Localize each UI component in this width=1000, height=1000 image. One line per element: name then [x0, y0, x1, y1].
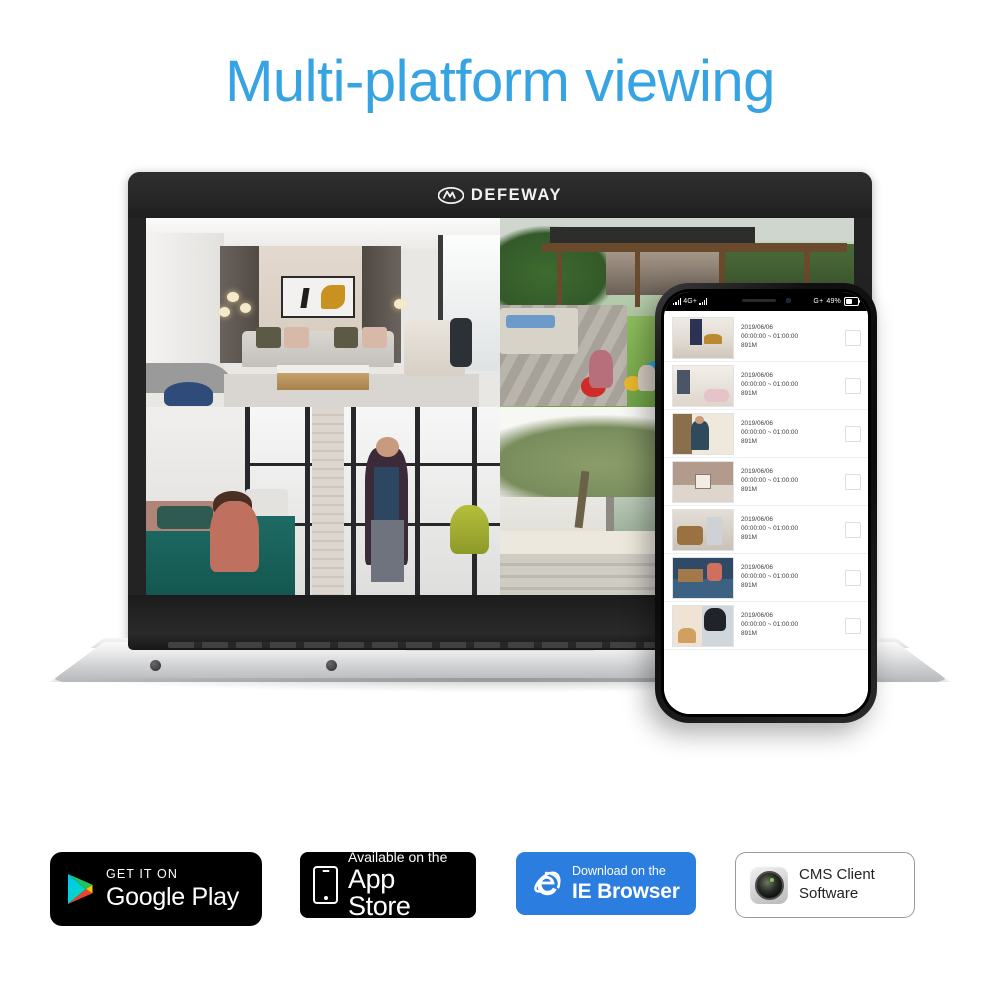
recording-thumbnail[interactable]: [672, 508, 734, 551]
recording-time-range: 00:00:00 ~ 01:00:00: [741, 333, 799, 341]
recording-size: 891M: [741, 389, 757, 397]
recording-thumbnail[interactable]: [672, 364, 734, 407]
app-store-badge[interactable]: Available on the App Store: [300, 850, 476, 920]
recording-row[interactable]: 2019/06/06 00:00:00 ~ 01:00:00 891M: [664, 506, 868, 554]
recording-row[interactable]: 2019/06/06 00:00:00 ~ 01:00:00 891M: [664, 362, 868, 410]
signal-bars-icon: [699, 298, 708, 305]
recording-size: 891M: [741, 533, 757, 541]
recording-time-range: 00:00:00 ~ 01:00:00: [741, 573, 799, 581]
battery-percent-label: 49%: [826, 298, 841, 305]
speaker-grille-icon: [741, 298, 776, 303]
front-camera-icon: [785, 298, 791, 303]
recording-checkbox[interactable]: [845, 521, 861, 538]
phone-screen[interactable]: 4G+ 4G+ 49% 2019/06/06 00:00:00 ~ 01:00:0…: [664, 292, 868, 714]
google-play-triangle-icon: [66, 873, 94, 905]
recording-checkbox[interactable]: [845, 377, 861, 394]
recording-size: 891M: [741, 629, 757, 637]
laptop-foot: [326, 660, 337, 671]
recording-thumbnail[interactable]: [672, 556, 734, 599]
app-store-text: Available on the App Store: [348, 850, 463, 920]
recording-date: 2019/06/06: [741, 372, 773, 380]
app-store-small-label: Available on the: [348, 849, 448, 865]
camera-channel-1[interactable]: [146, 218, 500, 407]
page-title: Multi-platform viewing: [225, 49, 775, 114]
recording-time-range: 00:00:00 ~ 01:00:00: [741, 429, 799, 437]
recording-date: 2019/06/06: [741, 468, 773, 476]
recording-date: 2019/06/06: [741, 612, 773, 620]
recording-meta: 2019/06/06 00:00:00 ~ 01:00:00 891M: [741, 517, 838, 541]
phone-notch: [718, 292, 814, 309]
recording-row[interactable]: 2019/06/06 00:00:00 ~ 01:00:00 891M: [664, 602, 868, 650]
google-play-small-label: GET IT ON: [106, 867, 178, 882]
recording-time-range: 00:00:00 ~ 01:00:00: [741, 525, 799, 533]
laptop-brand-name: DEFEWAY: [470, 185, 563, 204]
defeway-logo-icon: [437, 186, 464, 204]
recording-size: 891M: [741, 581, 757, 589]
recording-checkbox[interactable]: [845, 329, 861, 346]
network-label: 4G+: [683, 298, 698, 305]
recording-meta: 2019/06/06 00:00:00 ~ 01:00:00 891M: [741, 421, 838, 445]
ie-browser-small-label: Download on the: [572, 864, 666, 879]
recording-checkbox[interactable]: [845, 569, 861, 586]
phone-bezel: 4G+ 4G+ 49% 2019/06/06 00:00:00 ~ 01:00:0…: [661, 289, 871, 717]
camera-lens-icon: [750, 866, 788, 904]
recording-checkbox[interactable]: [845, 473, 861, 490]
download-badges: GET IT ON Google Play Available on the A…: [0, 850, 1000, 932]
recording-date: 2019/06/06: [741, 564, 773, 572]
recording-checkbox[interactable]: [845, 425, 861, 442]
recording-time-range: 00:00:00 ~ 01:00:00: [741, 621, 799, 629]
phone-status-bar: 4G+ 4G+ 49%: [664, 292, 868, 311]
status-bar-right: 4G+ 49%: [809, 297, 861, 306]
cms-client-label: CMS Client Software: [799, 866, 875, 902]
recording-row[interactable]: 2019/06/06 00:00:00 ~ 01:00:00 891M: [664, 458, 868, 506]
internet-explorer-icon: [529, 867, 563, 901]
google-play-badge[interactable]: GET IT ON Google Play: [50, 852, 262, 926]
ie-browser-big-label: IE Browser: [572, 879, 680, 903]
iphone-icon: [313, 866, 338, 904]
ie-browser-badge[interactable]: Download on the IE Browser: [516, 852, 696, 915]
recording-checkbox[interactable]: [845, 617, 861, 634]
cms-client-badge[interactable]: CMS Client Software: [735, 852, 915, 918]
google-play-text: GET IT ON Google Play: [106, 868, 239, 910]
recording-row[interactable]: 2019/06/06 00:00:00 ~ 01:00:00 891M: [664, 314, 868, 362]
recording-date: 2019/06/06: [741, 516, 773, 524]
recording-thumbnail[interactable]: [672, 604, 734, 647]
recording-thumbnail[interactable]: [672, 412, 734, 455]
signal-bars-icon: [673, 298, 682, 305]
battery-icon: [844, 297, 861, 306]
recording-size: 891M: [741, 437, 757, 445]
app-store-big-label: App Store: [348, 864, 411, 921]
recording-size: 891M: [741, 485, 757, 493]
recording-list[interactable]: 2019/06/06 00:00:00 ~ 01:00:00 891M 2019/06…: [664, 311, 868, 714]
smartphone-device: 4G+ 4G+ 49% 2019/06/06 00:00:00 ~ 01:00:0…: [655, 283, 877, 723]
recording-date: 2019/06/06: [741, 324, 773, 332]
recording-meta: 2019/06/06 00:00:00 ~ 01:00:00 891M: [741, 613, 838, 637]
recording-time-range: 00:00:00 ~ 01:00:00: [741, 381, 799, 389]
recording-row[interactable]: 2019/06/06 00:00:00 ~ 01:00:00 891M: [664, 554, 868, 602]
scene-living-room: [146, 218, 500, 407]
ie-browser-text: Download on the IE Browser: [572, 865, 680, 902]
recording-date: 2019/06/06: [741, 420, 773, 428]
status-bar-left: 4G+: [673, 298, 708, 305]
laptop-brand-bar: DEFEWAY: [128, 172, 872, 218]
recording-thumbnail[interactable]: [672, 460, 734, 503]
camera-channel-3[interactable]: [146, 406, 500, 595]
recording-meta: 2019/06/06 00:00:00 ~ 01:00:00 891M: [741, 469, 838, 493]
recording-meta: 2019/06/06 00:00:00 ~ 01:00:00 891M: [741, 373, 838, 397]
recording-thumbnail[interactable]: [672, 316, 734, 359]
recording-row[interactable]: 2019/06/06 00:00:00 ~ 01:00:00 891M: [664, 410, 868, 458]
recording-meta: 2019/06/06 00:00:00 ~ 01:00:00 891M: [741, 565, 838, 589]
scene-loft-bedroom: [146, 406, 500, 595]
recording-time-range: 00:00:00 ~ 01:00:00: [741, 477, 799, 485]
google-play-big-label: Google Play: [106, 882, 239, 911]
recording-meta: 2019/06/06 00:00:00 ~ 01:00:00 891M: [741, 325, 838, 349]
laptop-foot: [150, 660, 161, 671]
recording-size: 891M: [741, 341, 757, 349]
